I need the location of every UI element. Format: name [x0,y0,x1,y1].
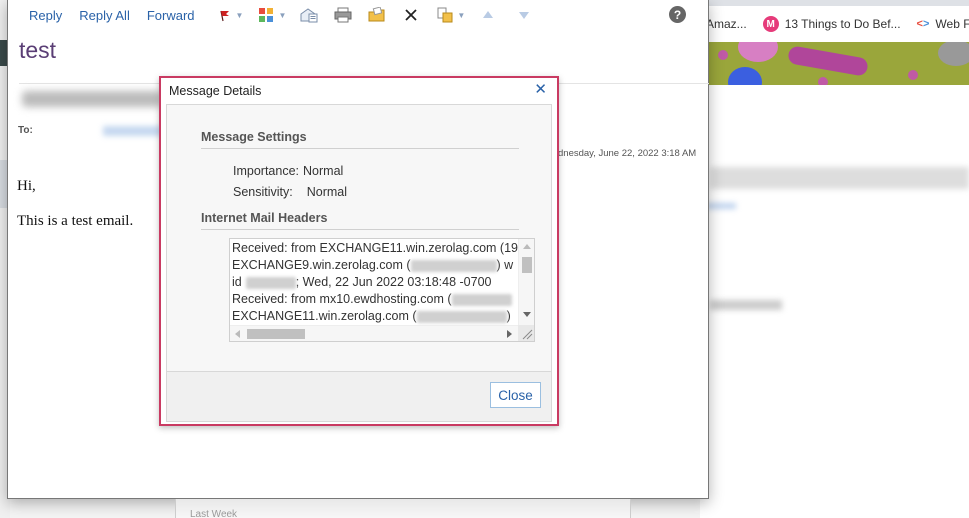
redacted-ip [451,293,512,306]
sensitivity-label: Sensitivity: [233,185,293,199]
scroll-down-arrow-icon[interactable] [523,312,531,317]
copy-dropdown-caret[interactable]: ▼ [457,11,465,20]
body-line: This is a test email. [17,213,134,229]
reply-all-button[interactable]: Reply All [79,8,130,23]
copy-icon[interactable] [436,6,454,24]
message-details-dialog: Message Details ✕ Message Settings Impor… [159,76,559,426]
scroll-up-arrow-icon[interactable] [523,244,531,249]
to-label: To: [18,125,33,136]
blurred-recipient[interactable] [103,126,163,136]
dialog-title: Message Details [169,84,262,98]
importance-label: Importance: [233,164,300,178]
message-settings-heading: Message Settings [201,130,307,144]
email-toolbar: Reply Reply All Forward ▼ ▼ ▼ ? [8,0,708,30]
group-header: Last Week [190,509,238,518]
delete-icon[interactable] [402,6,420,24]
close-button[interactable]: Close [490,382,541,408]
bookmarks-bar: Amaz... M 13 Things to Do Bef... <> Web … [700,6,969,42]
background-browser-page: Amaz... M 13 Things to Do Bef... <> Web … [700,0,969,518]
blurred-sender-name [22,91,162,107]
header-line: EXCHANGE9.win.zerolag.com () w [232,258,514,272]
categories-icon[interactable] [257,6,275,24]
header-line: Received: from EXCHANGE11.win.zerolag.co… [232,241,518,255]
resize-grip-icon[interactable] [518,325,534,341]
flag-dropdown-caret[interactable]: ▼ [236,11,244,20]
redacted-ip [410,259,497,272]
flag-icon[interactable] [215,6,233,24]
importance-value: Normal [303,164,344,178]
blurred-sender [710,167,969,189]
bookmark-web[interactable]: <> Web F [917,17,969,31]
horizontal-scroll-thumb[interactable] [247,329,305,339]
importance-row: Importance: Normal [233,164,343,178]
previous-item-icon[interactable] [479,6,497,24]
section-divider [201,229,519,230]
vertical-scroll-thumb[interactable] [522,257,532,273]
sensitivity-row: Sensitivity: Normal [233,185,347,199]
help-icon[interactable]: ? [669,6,686,23]
close-icon[interactable]: ✕ [534,80,547,98]
section-divider [201,148,519,149]
mail-headers-textarea[interactable]: Received: from EXCHANGE11.win.zerolag.co… [229,238,535,342]
header-line: Received: from mx10.ewdhosting.com ( [232,292,512,306]
vertical-scrollbar[interactable] [518,239,534,325]
reply-button[interactable]: Reply [29,8,62,23]
sensitivity-value: Normal [306,185,348,199]
move-to-folder-icon[interactable] [368,6,386,24]
bookmark-label: Amaz... [706,17,747,31]
internet-headers-heading: Internet Mail Headers [201,211,328,225]
forward-button[interactable]: Forward [147,8,195,23]
header-line: EXCHANGE11.win.zerolag.com () [232,309,511,323]
header-line: id; Wed, 22 Jun 2022 03:18:48 -0700 [232,275,492,289]
m-logo-icon: M [762,16,779,32]
open-envelope-icon[interactable] [300,6,318,24]
bookmark-label: Web F [935,17,969,31]
blurred-link [706,203,736,209]
dialog-footer: Close [167,371,551,421]
bookmark-amazon[interactable]: Amaz... [706,17,747,31]
next-item-icon[interactable] [515,6,533,24]
code-icon: <> [916,18,930,30]
blurred-body [710,300,782,310]
redacted-ip [416,310,507,323]
cartoon-cats-banner [708,42,969,85]
print-icon[interactable] [334,6,352,24]
email-subject: test [19,37,57,63]
bookmark-label: 13 Things to Do Bef... [784,17,901,31]
redacted-id [245,276,296,289]
horizontal-scrollbar[interactable] [230,325,518,341]
categories-dropdown-caret[interactable]: ▼ [278,11,286,20]
background-list-panel: Last Week [175,499,631,518]
dialog-content: Message Settings Importance: Normal Sens… [166,104,552,422]
scroll-left-arrow-icon[interactable] [235,330,240,338]
body-line: Hi, [17,178,36,194]
bookmark-13-things[interactable]: M 13 Things to Do Bef... [762,16,901,32]
scroll-right-arrow-icon[interactable] [507,330,512,338]
sent-date: dnesday, June 22, 2022 3:18 AM [558,148,697,159]
